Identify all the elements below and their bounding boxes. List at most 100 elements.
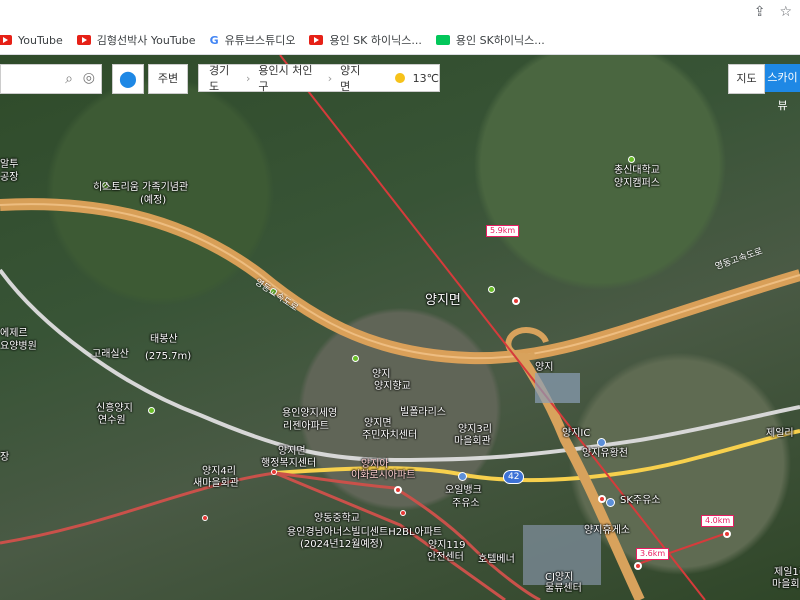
place-label: 연수원 — [98, 415, 126, 426]
youtube-icon — [309, 35, 324, 45]
browser-top-bar: ⇪ ☆ — [0, 0, 800, 26]
route-point[interactable] — [400, 510, 406, 516]
poi-marker[interactable] — [606, 498, 615, 507]
place-label: (예정) — [140, 195, 167, 206]
bookmarks-bar: YouTube 김형선박사 YouTube G 유튜브스튜디오 용인 SK 하이… — [0, 26, 800, 55]
place-label: 주민자치센터 — [362, 430, 418, 441]
bookmark-kim-youtube[interactable]: 김형선박사 YouTube — [76, 32, 196, 48]
place-label: 주유소 — [452, 498, 480, 509]
weather-temp: 13℃ — [412, 71, 440, 85]
bookmark-sk-hynix-2[interactable]: 용인 SK하이닉스... — [435, 32, 545, 48]
share-icon[interactable]: ⇪ — [754, 4, 766, 20]
route-point[interactable] — [598, 495, 606, 503]
route-point[interactable] — [512, 297, 520, 305]
map-overlay — [0, 55, 800, 600]
place-label: 양지휴게소 — [584, 525, 630, 536]
bookmark-youtube[interactable]: YouTube — [0, 34, 63, 47]
place-label: 용인양지세영 — [282, 408, 338, 419]
place-label: 장 — [0, 452, 10, 463]
map-marker[interactable] — [148, 407, 155, 414]
youtube-icon — [0, 35, 12, 45]
place-label: SK주유소 — [620, 495, 661, 506]
view-mode-tabs: 지도 스카이뷰 — [728, 64, 800, 112]
distance-label: 3.6km — [636, 548, 670, 560]
nearby-button[interactable]: 주변 — [148, 64, 188, 94]
place-label: 물류센터 — [545, 583, 582, 594]
breadcrumb-city[interactable]: 용인시 처인구 — [258, 62, 319, 94]
browser-actions: ⇪ ☆ — [754, 4, 792, 20]
place-label: 오일뱅크 — [445, 485, 482, 496]
star-icon[interactable]: ☆ — [779, 4, 792, 20]
place-label: 제일1리 — [774, 567, 800, 578]
place-label: 마을회 — [772, 579, 800, 590]
route-point[interactable] — [271, 469, 277, 475]
place-label: 빌폴라리스 — [400, 407, 446, 418]
place-label: 알투 — [0, 159, 19, 170]
chevron-right-icon: › — [246, 71, 251, 85]
place-label: 제일리 — [766, 428, 794, 439]
chevron-right-icon: › — [327, 71, 333, 85]
place-label: 양지 — [535, 362, 554, 373]
place-label: (2024년12월예정) — [300, 539, 383, 550]
poi-marker[interactable] — [458, 472, 467, 481]
youtube-icon — [76, 35, 91, 45]
place-label: 양지 — [372, 369, 391, 380]
route-point[interactable] — [634, 562, 642, 570]
breadcrumb: 경기도 › 용인시 처인구 › 양지면 13℃ — [198, 62, 440, 94]
search-icon[interactable]: ⌕ — [65, 71, 73, 87]
place-label: 양지캠퍼스 — [614, 178, 660, 189]
place-label: 공장 — [0, 172, 19, 183]
place-label: 에제르 — [0, 328, 28, 339]
place-label: 요양병원 — [0, 341, 37, 352]
place-label: 양지향교 — [374, 381, 411, 392]
place-label: 양지유황천 — [582, 448, 628, 459]
location-pin-button[interactable]: ⬤ — [112, 64, 144, 94]
distance-label: 5.9km — [486, 225, 520, 237]
place-label: 히스토리움 가족기념관 — [93, 182, 189, 193]
place-label: 양지면 — [364, 418, 392, 429]
route-point[interactable] — [202, 515, 208, 521]
place-label: 양지IC — [562, 428, 591, 439]
place-label: 양지면 — [425, 293, 461, 308]
place-label: 양지아 — [361, 459, 389, 470]
place-label: 이화로시아파트 — [351, 470, 416, 481]
route-point[interactable] — [394, 486, 402, 494]
place-label: 새마을회관 — [193, 478, 239, 489]
location-pin-icon: ⬤ — [119, 69, 137, 88]
place-label: 신흥양지 — [96, 403, 133, 414]
place-label: 양지면 — [278, 446, 306, 457]
search-input[interactable]: ⌕ ◎ — [0, 64, 102, 94]
naver-icon — [435, 35, 450, 45]
compass-icon[interactable]: ◎ — [83, 70, 95, 86]
place-label: 고래실산 — [92, 349, 129, 360]
place-label: (275.7m) — [145, 351, 192, 362]
place-label: 양동중학교 — [314, 513, 360, 524]
distance-label: 4.0km — [701, 515, 735, 527]
satellite-map[interactable]: ⌕ ◎ ⬤ 주변 경기도 › 용인시 처인구 › 양지면 13℃ 지도 스카이뷰… — [0, 55, 800, 600]
poi-marker[interactable] — [597, 438, 606, 447]
map-marker[interactable] — [488, 286, 495, 293]
place-label: 양지119 — [428, 540, 466, 551]
place-label: 양지3리 — [458, 424, 492, 435]
breadcrumb-district[interactable]: 양지면 — [340, 62, 369, 94]
place-label: 태봉산 — [150, 334, 178, 345]
place-label: CJ양지 — [545, 572, 574, 583]
map-marker[interactable] — [352, 355, 359, 362]
breadcrumb-province[interactable]: 경기도 — [209, 62, 238, 94]
google-icon: G — [209, 33, 219, 47]
tab-skyview[interactable]: 스카이뷰 — [765, 64, 800, 112]
place-label: 용인경남아너스빌디센트H2BL아파트 — [287, 527, 443, 538]
route-point[interactable] — [723, 530, 731, 538]
place-label: 리젠아파트 — [283, 421, 329, 432]
tab-map[interactable]: 지도 — [728, 64, 765, 94]
sun-icon — [395, 73, 405, 83]
bookmark-sk-hynix-1[interactable]: 용인 SK 하이닉스... — [309, 32, 422, 48]
bookmark-youtube-studio[interactable]: G 유튜브스튜디오 — [210, 32, 296, 48]
place-label: 마을회관 — [454, 436, 491, 447]
place-label: 호텔베너 — [478, 554, 515, 565]
place-label: 양지4리 — [202, 466, 236, 477]
place-label: 총신대학교 — [614, 165, 660, 176]
route-badge: 42 — [503, 470, 525, 484]
map-marker[interactable] — [628, 156, 635, 163]
place-label: 행정복지센터 — [261, 458, 317, 469]
